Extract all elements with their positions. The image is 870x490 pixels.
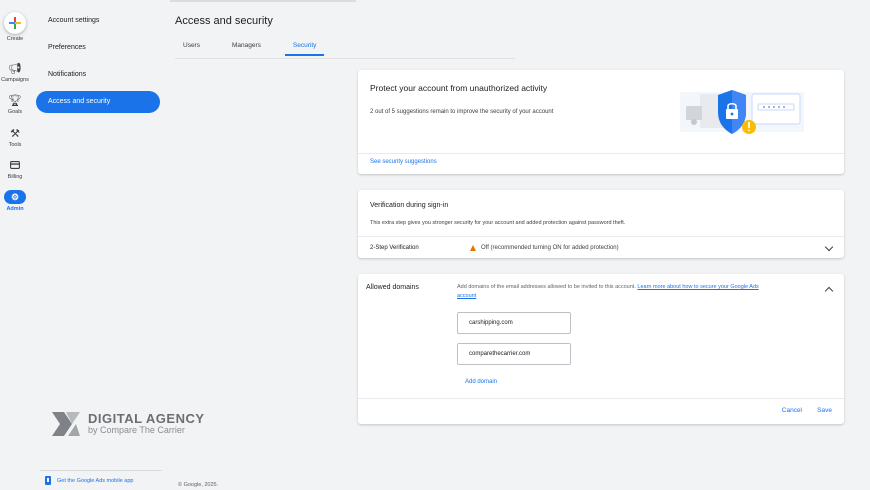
chevron-down-icon[interactable] <box>824 242 834 252</box>
subnav-notifications[interactable]: Notifications <box>36 64 160 86</box>
protect-card-title: Protect your account from unauthorized a… <box>370 83 548 93</box>
two-step-status-text: Off (recommended turning ON for added pr… <box>481 244 619 251</box>
tab-security[interactable]: Security <box>284 42 325 56</box>
two-step-verification-row[interactable]: 2-Step Verification Off (recommended tur… <box>358 236 844 258</box>
tabs-divider <box>175 58 515 59</box>
mobile-app-label: Get the Google Ads mobile app <box>57 477 134 484</box>
megaphone-icon: 📢︎ <box>8 63 22 75</box>
rail-goals[interactable]: 🏆︎ Goals <box>0 95 30 115</box>
rail-campaigns-label: Campaigns <box>1 77 29 83</box>
allowed-domains-desc: Add domains of the email addresses allow… <box>457 283 777 300</box>
subnav-access-and-security[interactable]: Access and security <box>36 91 160 113</box>
rail-admin[interactable]: ⚙︎ Admin <box>0 190 30 212</box>
domain-input[interactable]: comparethecarrier.com <box>457 343 571 365</box>
tab-users[interactable]: Users <box>175 42 208 56</box>
left-rail: Create 📢︎ Campaigns 🏆︎ Goals ⚒︎ Tools Bi… <box>0 0 30 490</box>
warning-icon <box>470 244 476 251</box>
chevron-up-icon[interactable] <box>824 286 834 296</box>
rail-tools-label: Tools <box>8 142 22 148</box>
admin-pill: ⚙︎ <box>4 190 26 204</box>
rail-create[interactable]: Create <box>0 12 30 42</box>
brand-logo: DIGITAL AGENCY by Compare The Carrier <box>50 408 205 440</box>
create-plus-icon <box>4 12 26 34</box>
tab-bar: Users Managers Security <box>175 42 340 56</box>
rail-tools[interactable]: ⚒︎ Tools <box>0 128 30 148</box>
allowed-domains-label: Allowed domains <box>366 284 419 291</box>
brand-sub: by Compare The Carrier <box>88 425 185 435</box>
security-illustration <box>680 90 804 134</box>
allowed-domains-desc-text: Add domains of the email addresses allow… <box>457 284 638 290</box>
rail-create-label: Create <box>6 36 24 42</box>
rail-campaigns[interactable]: 📢︎ Campaigns <box>0 63 30 83</box>
rail-goals-label: Goals <box>7 109 23 115</box>
protect-card-text: 2 out of 5 suggestions remain to improve… <box>370 109 554 115</box>
domain-input[interactable]: carshipping.com <box>457 312 571 334</box>
brand-name: DIGITAL AGENCY <box>88 411 205 426</box>
subnav-account-settings[interactable]: Account settings <box>36 10 160 32</box>
copyright: © Google, 2025. <box>178 482 219 488</box>
admin-subnav: Account settings Preferences Notificatio… <box>36 10 160 118</box>
two-step-status: Off (recommended turning ON for added pr… <box>470 244 619 251</box>
domains-divider <box>358 398 844 399</box>
credit-card-icon <box>0 160 30 172</box>
add-domain-button[interactable]: Add domain <box>465 379 497 385</box>
tab-managers[interactable]: Managers <box>224 42 269 56</box>
see-security-suggestions-link[interactable]: See security suggestions <box>370 159 437 165</box>
subnav-preferences[interactable]: Preferences <box>36 37 160 59</box>
protect-card-divider <box>358 153 844 154</box>
page-title: Access and security <box>175 15 273 27</box>
brand-mark-icon <box>52 412 80 436</box>
rail-billing-label: Billing <box>7 174 23 180</box>
gear-icon: ⚙︎ <box>10 192 20 202</box>
protect-account-card: Protect your account from unauthorized a… <box>358 70 844 174</box>
verification-text: This extra step gives you stronger secur… <box>370 220 626 226</box>
rail-billing[interactable]: Billing <box>0 160 30 180</box>
verification-card: Verification during sign-in This extra s… <box>358 190 844 258</box>
cancel-button[interactable]: Cancel <box>782 407 802 414</box>
allowed-domains-card: Allowed domains Add domains of the email… <box>358 274 844 424</box>
rail-admin-label: Admin <box>6 206 24 212</box>
top-divider <box>170 0 356 2</box>
two-step-label: 2-Step Verification <box>370 244 419 251</box>
save-button[interactable]: Save <box>817 407 832 414</box>
mobile-app-link[interactable]: Get the Google Ads mobile app <box>40 470 162 490</box>
phone-icon <box>45 476 51 485</box>
verification-title: Verification during sign-in <box>370 202 449 209</box>
trophy-icon: 🏆︎ <box>8 95 22 107</box>
tools-icon: ⚒︎ <box>10 128 20 140</box>
